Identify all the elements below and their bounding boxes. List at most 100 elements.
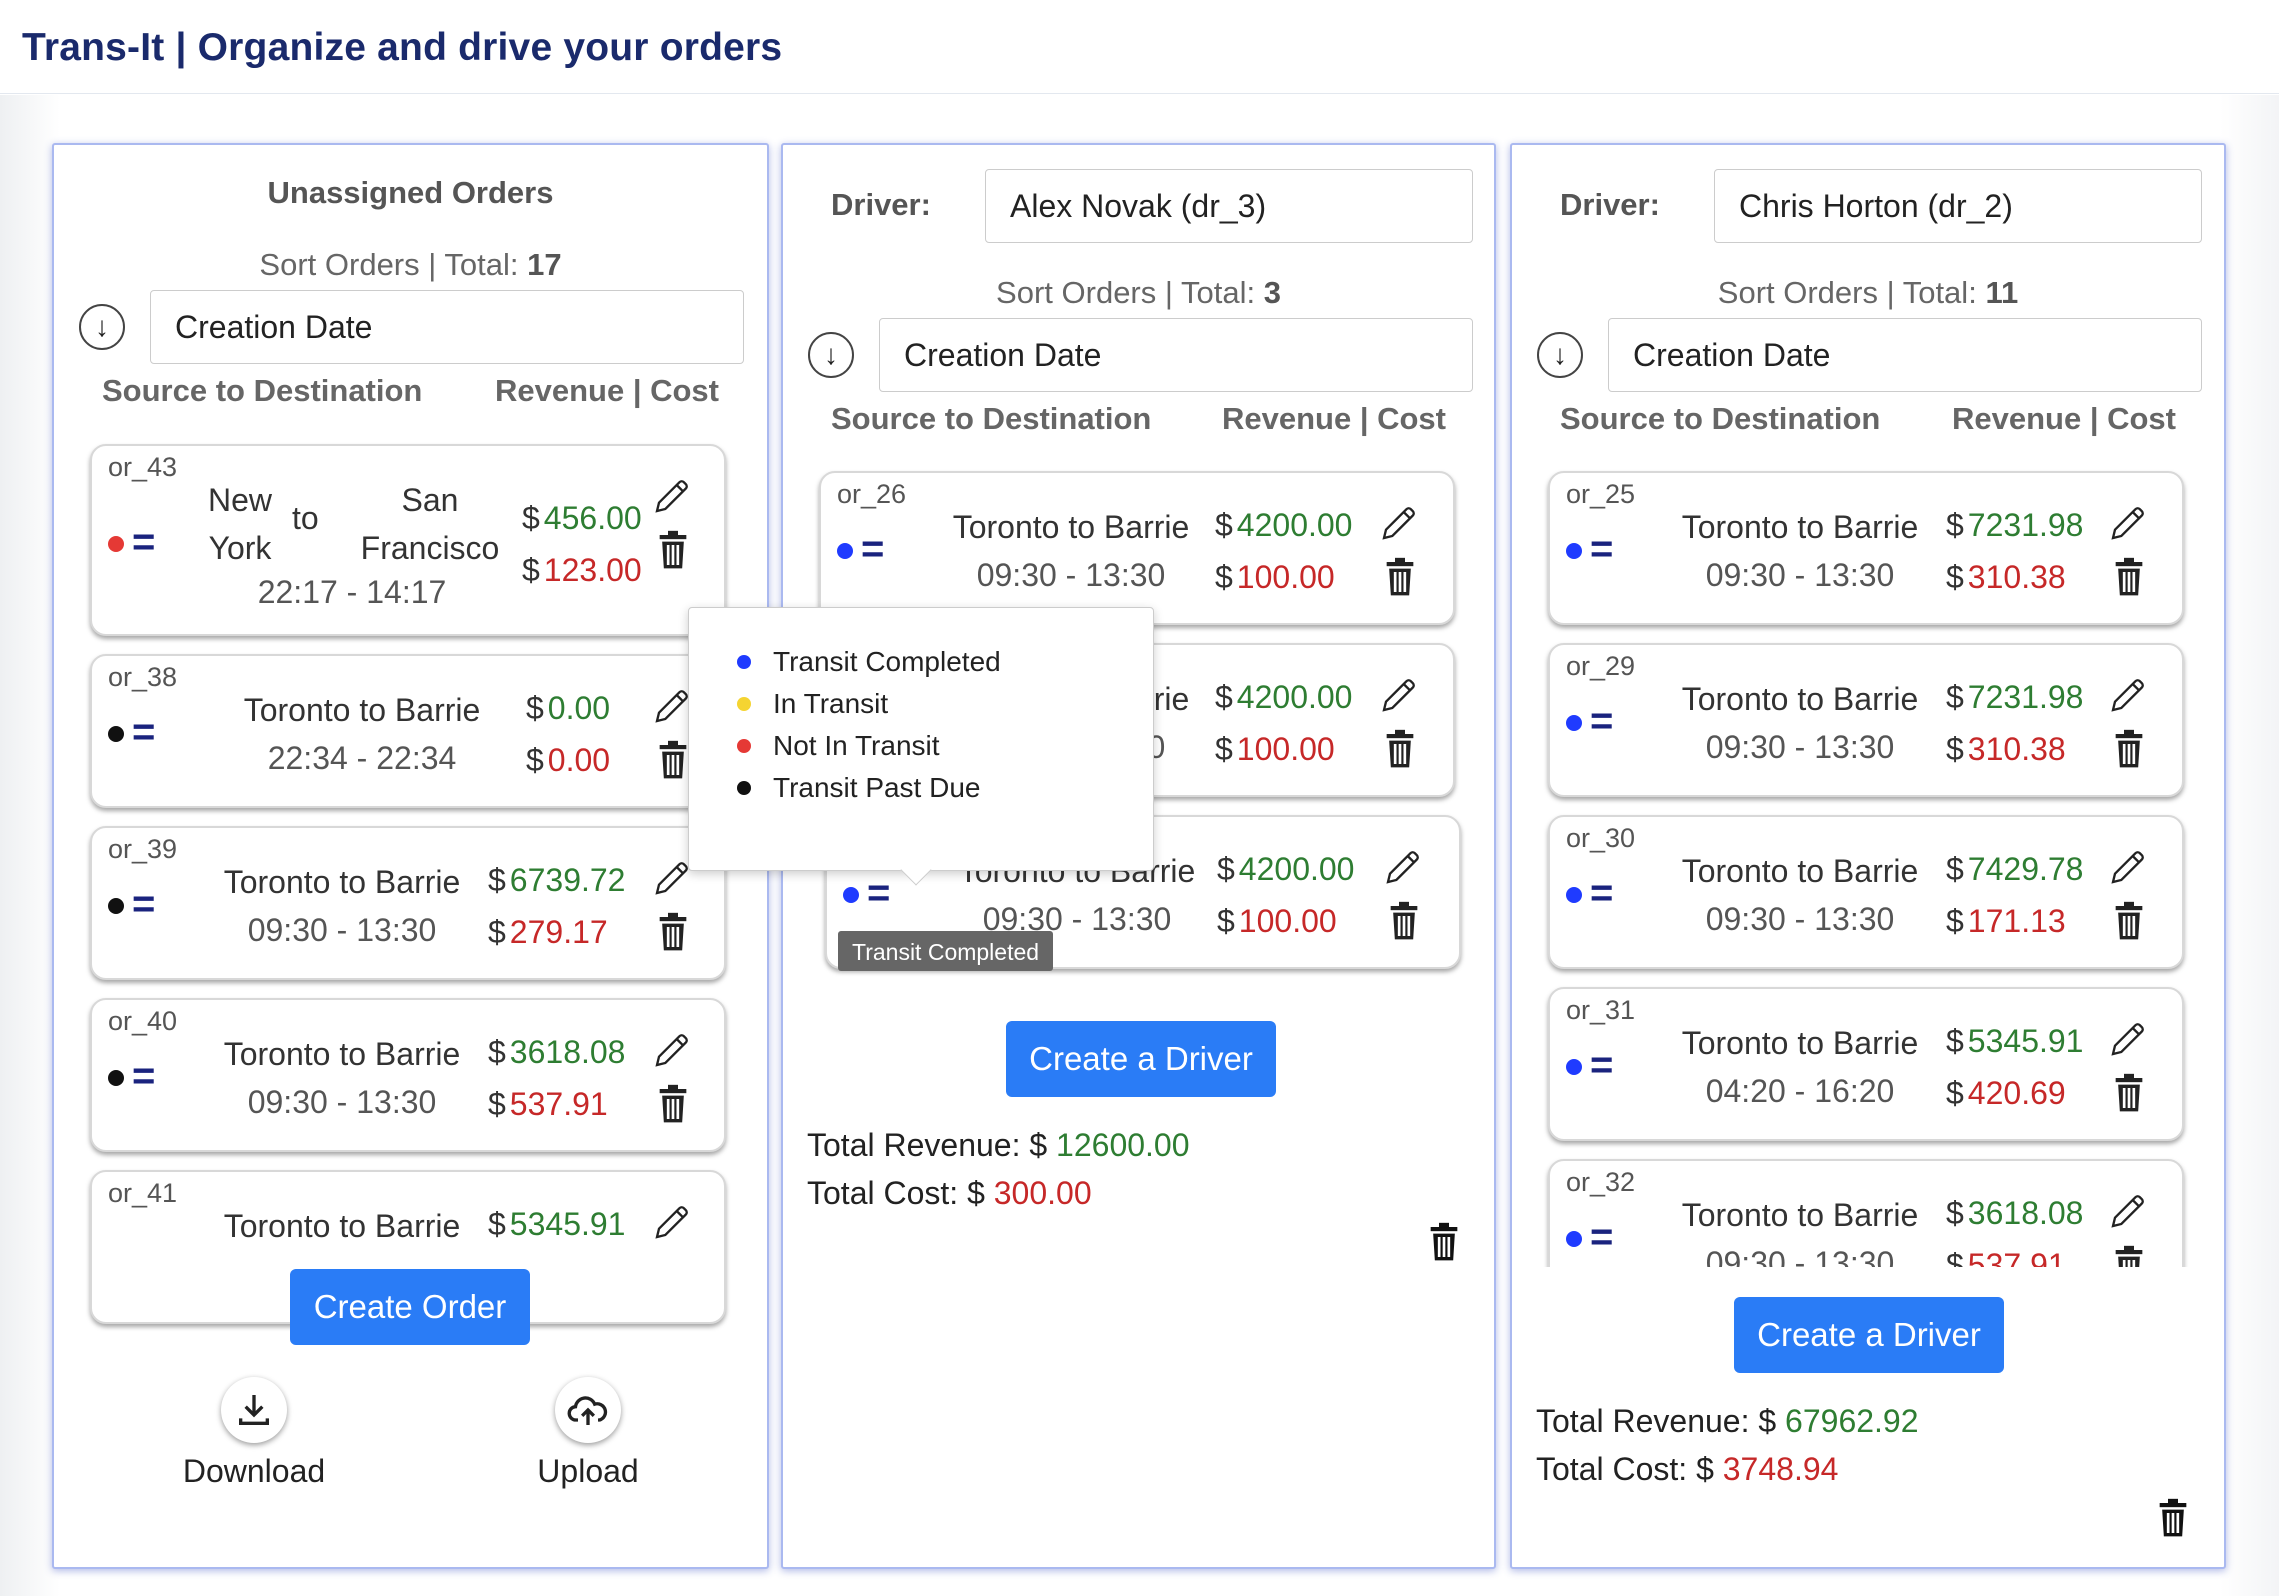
edit-pencil-icon[interactable] (1379, 503, 1419, 543)
sort-select[interactable]: Creation Date (1608, 318, 2202, 392)
delete-trash-icon[interactable] (2114, 1245, 2144, 1267)
status-dot-past-due (108, 726, 124, 742)
edit-pencil-icon[interactable] (652, 1030, 692, 1070)
order-revenue: $3618.08 (488, 1034, 626, 1070)
download-button[interactable]: Download (174, 1377, 334, 1490)
driver-select[interactable]: Alex Novak (dr_3) (985, 169, 1473, 243)
order-id: or_29 (1566, 651, 1636, 681)
sort-orders-label: Sort Orders | Total: 17 (259, 247, 562, 282)
col-revenue-cost: Revenue | Cost (1951, 401, 2176, 436)
order-revenue: $3618.08 (1946, 1195, 2084, 1231)
order-time: 22:34 - 22:34 (267, 740, 457, 776)
order-total: 3 (1263, 275, 1281, 310)
sort-direction-arrow-icon[interactable]: ↓ (808, 332, 854, 378)
create-driver-button[interactable]: Create a Driver (1734, 1297, 2004, 1373)
order-card[interactable]: or_43 = New York to San Francisco 22:17 - … (90, 444, 726, 636)
order-card[interactable]: or_30 = Toronto to Barrie 09:30 - 13:30 … (1548, 815, 2184, 969)
upload-label: Upload (537, 1453, 639, 1489)
sort-select[interactable]: Creation Date (879, 318, 1473, 392)
order-cost: $310.38 (1946, 559, 2066, 595)
order-route: Toronto to Barrie (243, 692, 481, 728)
order-card[interactable]: or_26 = Toronto to Barrie 09:30 - 13:30 … (819, 471, 1455, 625)
edit-pencil-icon[interactable] (2108, 1019, 2148, 1059)
order-revenue: $7429.78 (1946, 851, 2084, 887)
edit-pencil-icon[interactable] (2108, 1191, 2148, 1231)
order-card[interactable]: or_39 = Toronto to Barrie 09:30 - 13:30 … (90, 826, 726, 980)
status-dot-completed (1566, 715, 1582, 731)
edit-pencil-icon[interactable] (1383, 847, 1423, 887)
order-list: or_25 = Toronto to Barrie 09:30 - 13:30 … (1536, 467, 2196, 1267)
upload-button[interactable]: Upload (508, 1377, 668, 1490)
edit-pencil-icon[interactable] (1379, 675, 1419, 715)
order-id: or_39 (108, 834, 178, 864)
drag-handle-icon[interactable]: = (1590, 529, 1613, 569)
order-card[interactable]: or_32 = Toronto to Barrie 09:30 - 13:30 … (1548, 1159, 2184, 1267)
order-total: 17 (527, 247, 562, 282)
status-dot-completed (843, 887, 859, 903)
delete-trash-icon[interactable] (658, 740, 688, 780)
sort-direction-arrow-icon[interactable]: ↓ (1537, 332, 1583, 378)
order-time: 22:17 - 14:17 (257, 574, 447, 610)
edit-pencil-icon[interactable] (652, 858, 692, 898)
create-driver-button[interactable]: Create a Driver (1006, 1021, 1276, 1097)
status-dot-past-due (108, 898, 124, 914)
order-destination: San Francisco (360, 482, 500, 566)
delete-trash-icon[interactable] (2114, 729, 2144, 769)
drag-handle-icon[interactable]: = (132, 522, 155, 562)
delete-driver-trash-icon[interactable] (1429, 1221, 1459, 1263)
total-cost: Total Cost: $ 3748.94 (1536, 1451, 1839, 1487)
panel-title: Unassigned Orders (267, 175, 554, 210)
drag-handle-icon[interactable]: = (1590, 701, 1613, 741)
order-revenue: $5345.91 (488, 1206, 626, 1242)
delete-trash-icon[interactable] (658, 912, 688, 952)
order-card[interactable]: or_38 = Toronto to Barrie 22:34 - 22:34 … (90, 654, 726, 808)
download-label: Download (182, 1453, 326, 1489)
order-card[interactable]: or_40 = Toronto to Barrie 09:30 - 13:30 … (90, 998, 726, 1152)
order-revenue: $0.00 (526, 690, 611, 726)
order-time: 09:30 - 13:30 (1705, 557, 1895, 593)
drag-handle-icon[interactable]: = (132, 1056, 155, 1096)
order-card[interactable]: or_29 = Toronto to Barrie 09:30 - 13:30 … (1548, 643, 2184, 797)
delete-trash-icon[interactable] (1385, 729, 1415, 769)
create-order-button[interactable]: Create Order (290, 1269, 530, 1345)
order-time: 09:30 - 13:30 (1705, 1245, 1895, 1267)
order-card[interactable]: or_25 = Toronto to Barrie 09:30 - 13:30 … (1548, 471, 2184, 625)
drag-handle-icon[interactable]: = (132, 884, 155, 924)
status-dot-completed (1566, 543, 1582, 559)
app-header: Trans-It | Organize and drive your order… (0, 0, 2279, 94)
order-time: 09:30 - 13:30 (247, 912, 437, 948)
delete-trash-icon[interactable] (658, 530, 688, 570)
edit-pencil-icon[interactable] (2108, 675, 2148, 715)
delete-driver-trash-icon[interactable] (2158, 1497, 2188, 1539)
delete-trash-icon[interactable] (2114, 901, 2144, 941)
edit-pencil-icon[interactable] (652, 686, 692, 726)
legend-dot (737, 654, 751, 669)
edit-pencil-icon[interactable] (652, 1202, 692, 1242)
delete-trash-icon[interactable] (2114, 557, 2144, 597)
drag-handle-icon[interactable]: = (861, 529, 884, 569)
order-id: or_26 (837, 479, 907, 509)
order-id: or_32 (1566, 1167, 1636, 1197)
sort-select[interactable]: Creation Date (150, 290, 744, 364)
order-time: 09:30 - 13:30 (1705, 729, 1895, 765)
order-cost: $100.00 (1217, 903, 1337, 939)
order-revenue: $7231.98 (1946, 507, 2084, 543)
edit-pencil-icon[interactable] (652, 476, 692, 516)
drag-handle-icon[interactable]: = (867, 873, 890, 913)
sort-direction-arrow-icon[interactable]: ↓ (79, 304, 125, 350)
drag-handle-icon[interactable]: = (1590, 873, 1613, 913)
delete-trash-icon[interactable] (1389, 901, 1419, 941)
order-route: Toronto to Barrie (1681, 1025, 1919, 1061)
edit-pencil-icon[interactable] (2108, 503, 2148, 543)
drag-handle-icon[interactable]: = (132, 712, 155, 752)
edit-pencil-icon[interactable] (2108, 847, 2148, 887)
order-card[interactable]: or_31 = Toronto to Barrie 04:20 - 16:20 … (1548, 987, 2184, 1141)
delete-trash-icon[interactable] (2114, 1073, 2144, 1113)
order-time: 09:30 - 13:30 (247, 1084, 437, 1120)
delete-trash-icon[interactable] (1385, 557, 1415, 597)
delete-trash-icon[interactable] (658, 1084, 688, 1124)
drag-handle-icon[interactable]: = (1590, 1217, 1613, 1257)
drag-handle-icon[interactable]: = (1590, 1045, 1613, 1085)
driver-select[interactable]: Chris Horton (dr_2) (1714, 169, 2202, 243)
driver-label: Driver: (831, 187, 931, 222)
